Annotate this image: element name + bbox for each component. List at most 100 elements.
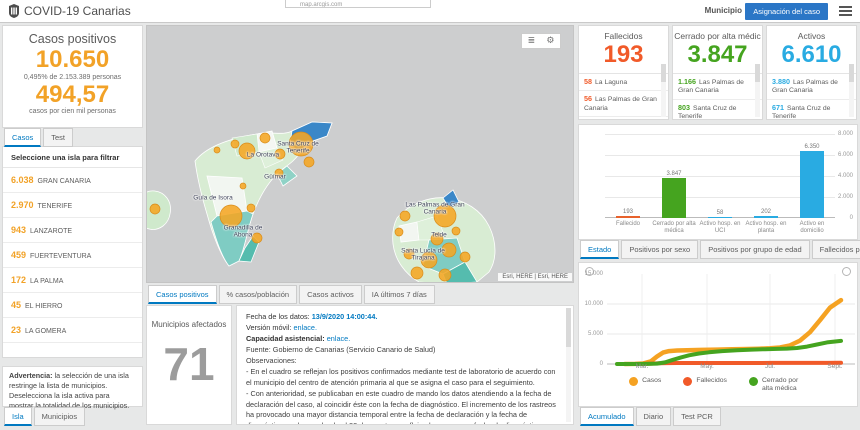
isla-municipios-tabs: Isla Municipios	[4, 407, 85, 426]
observations-list: - En el cuadro se reflejan los positivos…	[246, 367, 559, 425]
bar-category-label: Fallecido	[605, 221, 651, 235]
tab-diario[interactable]: Diario	[636, 407, 672, 426]
bar-value-label: 6.350	[804, 144, 819, 150]
positive-cases-percent: 0,495% de 2.153.389 personas	[3, 74, 142, 81]
warning-card: Advertencia: la selección de una isla re…	[2, 366, 143, 407]
tab-acumulado[interactable]: Acumulado	[580, 407, 634, 426]
island-count: 6.038	[11, 175, 34, 185]
island-row[interactable]: 943LANZAROTE	[3, 218, 142, 243]
island-row[interactable]: 459 FUERTEVENTURA	[3, 243, 142, 268]
municipio-label[interactable]: Municipio	[705, 6, 742, 15]
bar	[616, 216, 640, 218]
stat-card-value: 3.847	[673, 41, 762, 70]
tab-casos-positivos[interactable]: Casos positivos	[148, 285, 217, 304]
stat-card-list: 58La Laguna56Las Palmas de Gran Canaria5…	[579, 73, 668, 120]
island-row[interactable]: 23LA GOMERA	[3, 318, 142, 343]
legend-icon[interactable]: ≣	[528, 37, 536, 46]
island-name: EL HIERRO	[25, 303, 62, 310]
stat-card-value: 6.610	[767, 41, 856, 70]
tab-municipios[interactable]: Municipios	[34, 407, 85, 426]
island-list: 6.038GRAN CANARIA2.970TENERIFE943LANZARO…	[3, 168, 142, 343]
island-name: FUERTEVENTURA	[30, 253, 91, 260]
tab-test[interactable]: Test	[43, 128, 73, 147]
legend-label: Cerrado por alta médica	[762, 377, 807, 393]
line-x-tick: Jul.	[765, 363, 775, 370]
date-label: Fecha de los datos:	[246, 312, 310, 321]
tab-fallecidos-edad-sexo[interactable]: Fallecidos por edad y sexo	[812, 240, 860, 259]
line-x-tick: Sept.	[827, 363, 842, 370]
stat-card-title: Activos	[767, 31, 856, 41]
bar-category-labels: FallecidoCerrado por alta médicaActivo h…	[605, 221, 835, 235]
tab-estado[interactable]: Estado	[580, 240, 619, 259]
bar-columns: 1933.847 58 202 6.350	[605, 134, 835, 218]
bar-value-label: 58	[717, 210, 724, 216]
legend-dot-icon	[749, 377, 758, 386]
line-chart-legend: Casos Fallecidos Cerrado por alta médica	[579, 377, 857, 393]
stat-card-row: 54Santa Cruz de Tenerife	[579, 117, 668, 120]
legend-dot-icon	[683, 377, 692, 386]
search-box-partial[interactable]: map.arcgis.com	[285, 0, 431, 8]
mobile-link[interactable]: enlace.	[293, 323, 317, 332]
island-row[interactable]: 2.970TENERIFE	[3, 193, 142, 218]
map-canvas[interactable]: La OrotavaSanta Cruz de TenerifeGüímarGu…	[146, 25, 574, 283]
info-scrollbar[interactable]	[566, 308, 571, 422]
bar-column[interactable]: 3.847	[651, 134, 697, 218]
source-line: Fuente: Gobierno de Canarias (Servicio C…	[246, 345, 559, 356]
stat-card-list: 1.166Las Palmas de Gran Canaria803Santa …	[673, 73, 762, 120]
capacity-label: Capacidad asistencial:	[246, 334, 325, 343]
bar-column[interactable]: 202	[743, 134, 789, 218]
island-row[interactable]: 45 EL HIERRO	[3, 293, 142, 318]
tab-positivos-sexo[interactable]: Positivos por sexo	[621, 240, 698, 259]
legend-item[interactable]: Cerrado por alta médica	[749, 377, 807, 393]
menu-icon[interactable]	[839, 6, 852, 17]
tab-positivos-edad[interactable]: Positivos por grupo de edad	[700, 240, 809, 259]
island-row[interactable]: 6.038GRAN CANARIA	[3, 168, 142, 193]
warning-bold: Advertencia:	[9, 371, 53, 380]
stat-card-title: Fallecidos	[579, 31, 668, 41]
affected-title: Municipios afectados	[147, 320, 231, 329]
settings-gear-icon[interactable]: ⚙	[546, 37, 554, 46]
stat-card-row: 671Santa Cruz de Tenerife	[767, 100, 856, 120]
island-count: 459	[11, 250, 26, 260]
tab-isla[interactable]: Isla	[4, 407, 32, 426]
stat-card-row: 803Santa Cruz de Tenerife	[673, 100, 762, 120]
assign-case-button[interactable]: Asignación del caso	[745, 3, 828, 20]
legend-label: Fallecidos	[696, 377, 727, 385]
affected-municipalities-card: Municipios afectados 71	[146, 305, 232, 425]
stat-card-scrollbar[interactable]	[661, 64, 666, 117]
island-filter-heading: Seleccione una isla para filtrar	[3, 147, 142, 168]
tab-ia-7-dias[interactable]: IA últimos 7 días	[364, 285, 435, 304]
stat-card-row: 56Las Palmas de Gran Canaria	[579, 91, 668, 117]
legend-item[interactable]: Casos	[629, 377, 661, 393]
header: COVID-19 Canarias map.arcgis.com Municip…	[0, 0, 860, 23]
bar-column[interactable]: 6.350	[789, 134, 835, 218]
stat-card-value: 193	[579, 41, 668, 70]
line-series-casos	[625, 300, 841, 364]
tab-casos[interactable]: Casos	[4, 128, 41, 147]
positive-cases-rate: 494,57	[3, 81, 142, 109]
positive-cases-total: 10.650	[3, 46, 142, 74]
capacity-link[interactable]: enlace.	[327, 334, 351, 343]
island-row[interactable]: 172LA PALMA	[3, 268, 142, 293]
tab-casos-poblacion[interactable]: % casos/población	[219, 285, 298, 304]
bar-column[interactable]: 58	[697, 134, 743, 218]
island-count: 45	[11, 300, 21, 310]
legend-item[interactable]: Fallecidos	[683, 377, 727, 393]
stat-card-scrollbar[interactable]	[849, 64, 854, 117]
bar-category-label: Activo hosp. en planta	[743, 221, 789, 235]
stat-card-row: 58La Laguna	[579, 74, 668, 91]
page-title: COVID-19 Canarias	[24, 4, 131, 18]
bar-column[interactable]: 193	[605, 134, 651, 218]
mobile-label: Versión móvil:	[246, 323, 291, 332]
tab-test-pcr[interactable]: Test PCR	[673, 407, 721, 426]
island-count: 943	[11, 225, 26, 235]
date-value: 13/9/2020 14:00:44.	[312, 312, 378, 321]
positive-cases-card: Casos positivos 10.650 0,495% de 2.153.3…	[2, 25, 143, 128]
positive-cases-title: Casos positivos	[3, 32, 142, 46]
tab-casos-activos[interactable]: Casos activos	[299, 285, 362, 304]
map-controls: ≣ ⚙	[521, 33, 561, 49]
bar	[708, 217, 732, 218]
stat-card-list: 3.880Las Palmas de Gran Canaria671Santa …	[767, 73, 856, 120]
stat-card-scrollbar[interactable]	[755, 64, 760, 117]
island-count: 2.970	[11, 200, 34, 210]
